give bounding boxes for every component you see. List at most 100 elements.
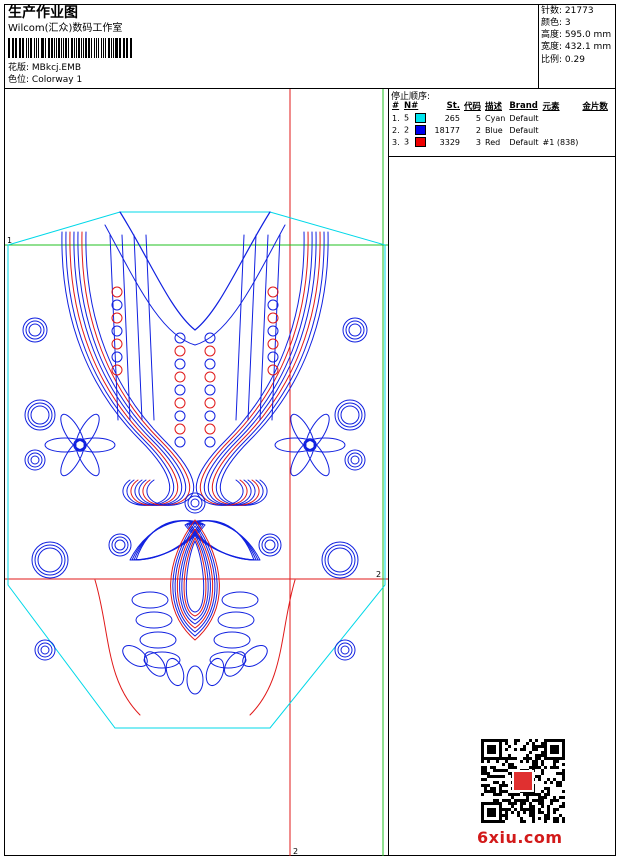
scroll-curl [30, 405, 50, 425]
qr-module [511, 796, 514, 799]
qr-module [538, 796, 541, 799]
qr-module [538, 754, 541, 757]
qr-module [538, 808, 541, 811]
qr-module [553, 808, 556, 811]
qr-module [490, 787, 493, 790]
qr-module [487, 790, 490, 793]
qr-module [511, 811, 514, 814]
qr-module [541, 790, 544, 793]
qr-module [523, 802, 526, 805]
qr-module [532, 745, 535, 748]
qr-module [544, 787, 547, 790]
qr-module [514, 766, 517, 769]
center-teardrop [181, 534, 209, 621]
qr-module [538, 802, 541, 805]
qr-module [526, 742, 529, 745]
petal-loop [213, 631, 251, 649]
qr-module [508, 808, 511, 811]
qr-module [553, 760, 556, 763]
heart-chain-dot [174, 436, 186, 448]
red-tail [94, 579, 141, 716]
qr-module [523, 799, 526, 802]
qr-module [535, 739, 538, 742]
heart-chain-dot [174, 423, 186, 435]
qr-module [541, 799, 544, 802]
qr-module [505, 790, 508, 793]
bodice-stripe [145, 234, 155, 421]
qr-module [511, 802, 514, 805]
qr-module [541, 805, 544, 808]
qr-center-seal [514, 772, 532, 790]
qr-module [505, 739, 508, 742]
side-band-stroke [203, 231, 313, 506]
petal-loop [221, 591, 259, 609]
qr-module [496, 775, 499, 778]
qr-module [529, 808, 532, 811]
qr-module [493, 781, 496, 784]
qr-module [505, 811, 508, 814]
heart-chain-dot [204, 384, 216, 396]
qr-module [484, 772, 487, 775]
qr-module [562, 805, 565, 808]
qr-module [532, 811, 535, 814]
qr-module [538, 799, 541, 802]
qr-module [559, 796, 562, 799]
scroll-curl [350, 455, 360, 465]
fan-petal [224, 651, 246, 677]
qr-module [541, 763, 544, 766]
qr-module [508, 772, 511, 775]
qr-module [553, 817, 556, 820]
qr-module [562, 817, 565, 820]
scroll-curl [324, 544, 356, 576]
qr-module [535, 757, 538, 760]
scroll-curl [340, 405, 360, 425]
qr-module [532, 760, 535, 763]
qr-module [487, 775, 490, 778]
qr-module [502, 808, 505, 811]
qr-module [538, 766, 541, 769]
qr-module [547, 793, 550, 796]
scroll-curl [22, 317, 48, 343]
qr-module [550, 802, 553, 805]
qr-module [538, 793, 541, 796]
qr-module [529, 814, 532, 817]
qr-module [502, 763, 505, 766]
qr-module [508, 754, 511, 757]
qr-module [544, 796, 547, 799]
qr-module [505, 814, 508, 817]
qr-module [532, 793, 535, 796]
fan-petal [144, 651, 166, 677]
qr-module [508, 757, 511, 760]
qr-module [514, 742, 517, 745]
qr-finder [550, 745, 559, 754]
qr-module [520, 820, 523, 823]
center-teardrop [185, 540, 205, 613]
heart-chain-dot [204, 371, 216, 383]
site-logo: 6xiu.com [477, 828, 563, 847]
qr-module [481, 766, 484, 769]
qr-module [490, 790, 493, 793]
qr-module [484, 766, 487, 769]
qr-module [481, 778, 484, 781]
qr-module [544, 820, 547, 823]
qr-module [481, 793, 484, 796]
qr-module [535, 766, 538, 769]
qr-module [520, 760, 523, 763]
qr-module [559, 814, 562, 817]
qr-module [520, 802, 523, 805]
qr-module [526, 760, 529, 763]
qr-module [538, 778, 541, 781]
qr-module [505, 817, 508, 820]
scroll-curl [334, 399, 366, 431]
heart-chain-dot [267, 351, 279, 363]
scroll-curl [337, 642, 353, 658]
qr-module [541, 760, 544, 763]
qr-module [535, 793, 538, 796]
qr-module [499, 769, 502, 772]
qr-module [502, 814, 505, 817]
qr-module [538, 745, 541, 748]
qr-module [562, 778, 565, 781]
qr-module [505, 748, 508, 751]
qr-module [502, 769, 505, 772]
qr-module [514, 739, 517, 742]
